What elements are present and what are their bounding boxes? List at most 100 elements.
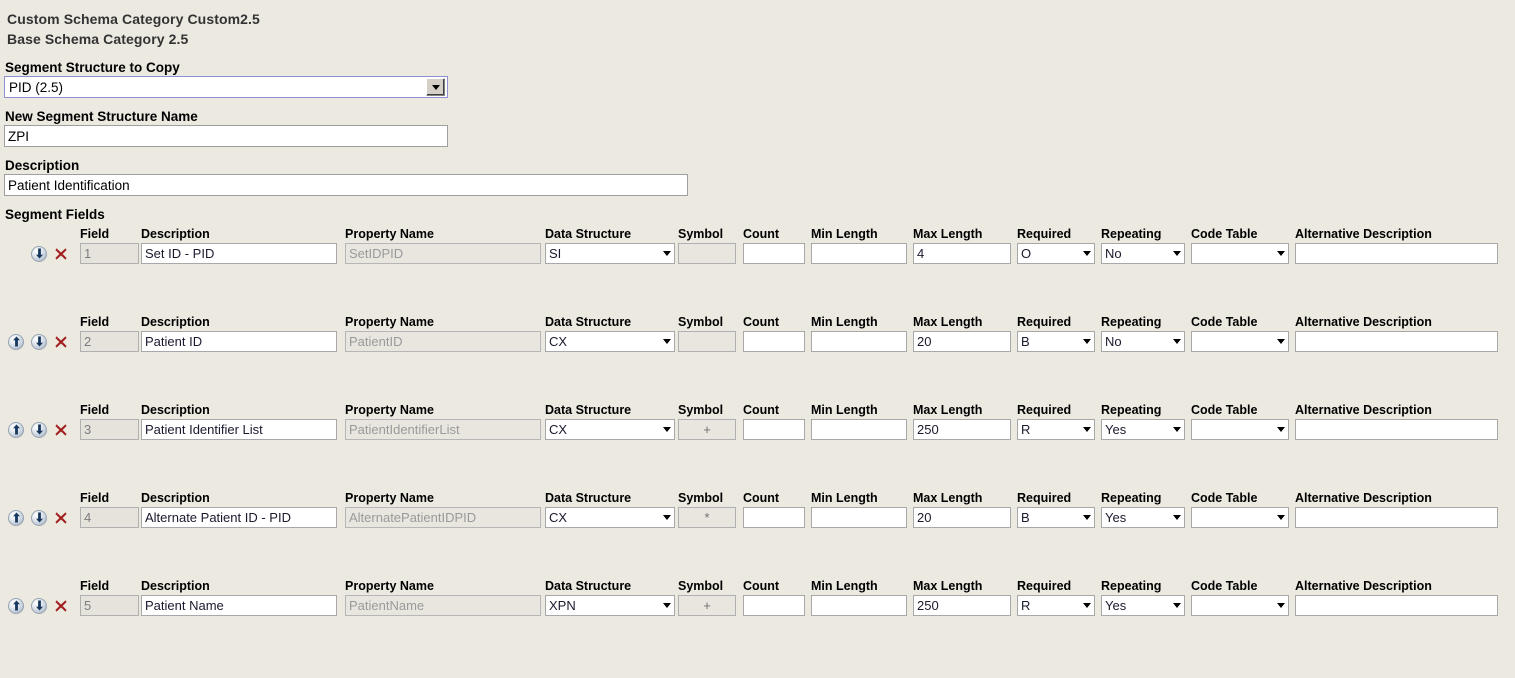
required-cell: R	[1017, 595, 1095, 616]
chevron-down-icon	[1083, 427, 1091, 432]
code-table-select[interactable]	[1191, 419, 1289, 440]
data-structure-select[interactable]: SI	[545, 243, 675, 264]
column-header-codetable: Code Table	[1191, 315, 1258, 329]
segment-fields-list: Field Description Property Name Data Struct…	[0, 227, 1515, 667]
segment-structure-to-copy-select[interactable]: PID (2.5)	[4, 76, 448, 98]
field-description-input[interactable]	[141, 331, 337, 352]
max-length-input[interactable]	[913, 243, 1011, 264]
symbol-value: *	[678, 507, 736, 528]
column-header-altdesc: Alternative Description	[1295, 227, 1432, 241]
min-length-input[interactable]	[811, 331, 907, 352]
move-down-icon[interactable]	[31, 245, 47, 262]
required-select[interactable]: R	[1017, 595, 1095, 616]
max-length-input[interactable]	[913, 419, 1011, 440]
code-table-select[interactable]	[1191, 595, 1289, 616]
field-description-input[interactable]	[141, 419, 337, 440]
custom-schema-category-title: Custom Schema Category Custom2.5	[7, 11, 260, 27]
move-up-icon[interactable]	[8, 333, 24, 350]
move-up-icon[interactable]	[8, 509, 24, 526]
required-select[interactable]: B	[1017, 331, 1095, 352]
data-structure-cell: XPN	[545, 595, 675, 616]
data-structure-cell: CX	[545, 507, 675, 528]
field-description-input[interactable]	[141, 507, 337, 528]
data-structure-value: CX	[549, 334, 568, 349]
max-length-input[interactable]	[913, 595, 1011, 616]
row-actions	[8, 419, 67, 440]
repeating-cell: No	[1101, 331, 1185, 352]
delete-x-icon[interactable]	[54, 598, 67, 614]
required-select[interactable]: B	[1017, 507, 1095, 528]
description-input[interactable]	[4, 174, 688, 196]
required-select[interactable]: R	[1017, 419, 1095, 440]
column-header-symbol: Symbol	[678, 579, 724, 593]
segment-structure-to-copy-value: PID (2.5)	[9, 79, 64, 95]
symbol-cell: +	[678, 419, 736, 440]
field-number-input	[80, 243, 139, 264]
alternative-description-input[interactable]	[1295, 243, 1498, 264]
repeating-select[interactable]: Yes	[1101, 507, 1185, 528]
data-structure-select[interactable]: CX	[545, 331, 675, 352]
move-down-icon[interactable]	[31, 509, 47, 526]
column-header-structure: Data Structure	[545, 227, 632, 241]
column-header-maxlen: Max Length	[913, 579, 983, 593]
count-input[interactable]	[743, 243, 805, 264]
column-header-field: Field	[80, 491, 110, 505]
data-structure-select[interactable]: CX	[545, 419, 675, 440]
repeating-select[interactable]: Yes	[1101, 595, 1185, 616]
column-header-maxlen: Max Length	[913, 403, 983, 417]
segment-fields-label: Segment Fields	[5, 207, 105, 222]
required-cell: R	[1017, 419, 1095, 440]
alternative-description-input[interactable]	[1295, 595, 1498, 616]
move-up-icon[interactable]	[8, 597, 24, 614]
chevron-down-icon[interactable]	[426, 78, 445, 96]
column-header-description: Description	[141, 491, 210, 505]
move-down-icon[interactable]	[31, 333, 47, 350]
column-header-structure: Data Structure	[545, 403, 632, 417]
required-select[interactable]: O	[1017, 243, 1095, 264]
delete-x-icon[interactable]	[54, 246, 67, 262]
new-segment-structure-name-input[interactable]	[4, 125, 448, 147]
min-length-cell	[811, 419, 907, 440]
delete-x-icon[interactable]	[54, 334, 67, 350]
move-down-icon[interactable]	[31, 421, 47, 438]
property-name-input	[345, 419, 541, 440]
min-length-cell	[811, 507, 907, 528]
min-length-input[interactable]	[811, 595, 907, 616]
alternative-description-cell	[1295, 331, 1498, 352]
count-input[interactable]	[743, 507, 805, 528]
data-structure-select[interactable]: CX	[545, 507, 675, 528]
count-input[interactable]	[743, 419, 805, 440]
field-description-input[interactable]	[141, 595, 337, 616]
field-description-input[interactable]	[141, 243, 337, 264]
count-input[interactable]	[743, 595, 805, 616]
min-length-input[interactable]	[811, 419, 907, 440]
max-length-input[interactable]	[913, 507, 1011, 528]
move-up-icon[interactable]	[8, 421, 24, 438]
property-name-cell	[345, 507, 541, 528]
alternative-description-input[interactable]	[1295, 419, 1498, 440]
column-header-symbol: Symbol	[678, 491, 724, 505]
code-table-select[interactable]	[1191, 331, 1289, 352]
count-input[interactable]	[743, 331, 805, 352]
code-table-select[interactable]	[1191, 243, 1289, 264]
column-header-codetable: Code Table	[1191, 491, 1258, 505]
column-header-codetable: Code Table	[1191, 227, 1258, 241]
data-structure-select[interactable]: XPN	[545, 595, 675, 616]
alternative-description-input[interactable]	[1295, 331, 1498, 352]
repeating-select[interactable]: Yes	[1101, 419, 1185, 440]
code-table-select[interactable]	[1191, 507, 1289, 528]
symbol-cell: *	[678, 507, 736, 528]
max-length-input[interactable]	[913, 331, 1011, 352]
symbol-value: +	[678, 595, 736, 616]
min-length-input[interactable]	[811, 507, 907, 528]
column-header-count: Count	[743, 403, 780, 417]
delete-x-icon[interactable]	[54, 422, 67, 438]
repeating-select[interactable]: No	[1101, 331, 1185, 352]
repeating-select[interactable]: No	[1101, 243, 1185, 264]
min-length-input[interactable]	[811, 243, 907, 264]
move-down-icon[interactable]	[31, 597, 47, 614]
delete-x-icon[interactable]	[54, 510, 67, 526]
max-length-cell	[913, 595, 1011, 616]
alternative-description-input[interactable]	[1295, 507, 1498, 528]
column-header-required: Required	[1017, 227, 1072, 241]
